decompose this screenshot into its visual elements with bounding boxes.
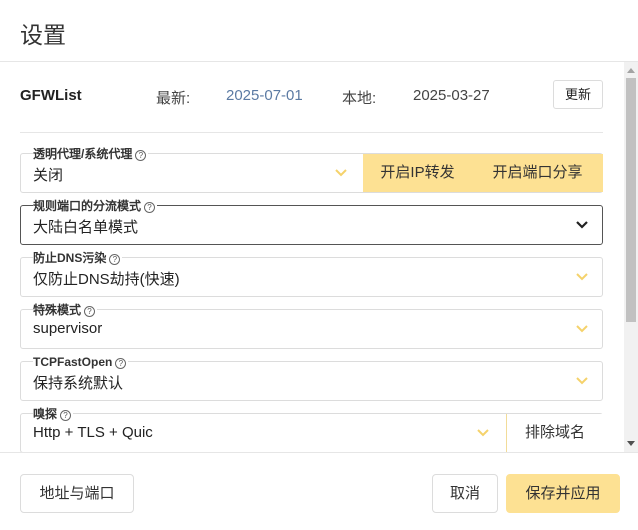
dns-pollution-select[interactable]: 防止DNS污染? 仅防止DNS劫持(快速) — [20, 252, 603, 297]
scroll-up-icon[interactable] — [627, 68, 635, 73]
local-value: 2025-03-27 — [413, 87, 490, 104]
help-circle-icon[interactable]: ? — [135, 150, 147, 161]
help-circle-icon[interactable]: ? — [144, 202, 156, 213]
rule-mode-value: 大陆白名单模式 — [33, 219, 139, 236]
dns-pollution-label: 防止DNS污染? — [33, 251, 123, 265]
proxy-mode-label-text: 透明代理/系统代理 — [33, 147, 133, 161]
latest-value: 2025-07-01 — [226, 87, 303, 104]
settings-content: GFWList 最新: 2025-07-01 本地: 2025-03-27 更新… — [0, 62, 638, 452]
exclude-domains-button[interactable]: 排除域名 — [506, 414, 603, 452]
chevron-down-icon — [576, 273, 588, 281]
divider — [20, 132, 603, 133]
tcp-fast-open-label-text: TCPFastOpen — [33, 355, 113, 369]
proxy-mode-value: 关闭 — [33, 167, 64, 184]
tcp-fast-open-value: 保持系统默认 — [33, 375, 124, 392]
rule-mode-label-text: 规则端口的分流模式 — [33, 199, 142, 213]
sniffing-value: Http + TLS + Quic — [33, 424, 153, 441]
cancel-button[interactable]: 取消 — [432, 474, 498, 513]
chevron-down-icon — [576, 325, 588, 333]
dns-pollution-label-text: 防止DNS污染 — [33, 251, 107, 265]
scrollbar-thumb[interactable] — [626, 78, 636, 322]
help-circle-icon[interactable]: ? — [60, 410, 72, 421]
help-circle-icon[interactable]: ? — [84, 306, 96, 317]
sniffing-select[interactable]: 嗅探? Http + TLS + Quic 排除域名 — [20, 408, 603, 452]
rule-mode-label: 规则端口的分流模式? — [33, 199, 158, 213]
address-port-button[interactable]: 地址与端口 — [20, 474, 134, 513]
dialog-footer: 地址与端口 取消 保存并应用 — [0, 452, 638, 530]
sniffing-label: 嗅探? — [33, 407, 74, 421]
gfwlist-row: GFWList 最新: 2025-07-01 本地: 2025-03-27 更新 — [20, 80, 603, 114]
gfwlist-name: GFWList — [20, 87, 82, 104]
dialog-header: 设置 — [0, 0, 638, 62]
special-mode-select[interactable]: 特殊模式? supervisor — [20, 304, 603, 349]
dns-pollution-value: 仅防止DNS劫持(快速) — [33, 271, 180, 288]
help-circle-icon[interactable]: ? — [109, 254, 121, 265]
help-circle-icon[interactable]: ? — [115, 358, 127, 369]
scroll-down-icon[interactable] — [627, 441, 635, 446]
chevron-down-icon — [477, 429, 489, 437]
dialog-title: 设置 — [20, 22, 66, 48]
special-mode-label-text: 特殊模式 — [33, 303, 82, 317]
update-button[interactable]: 更新 — [553, 80, 603, 109]
local-label: 本地: — [342, 90, 377, 107]
latest-label: 最新: — [156, 90, 191, 107]
chevron-down-icon — [335, 169, 347, 177]
tcp-fast-open-select[interactable]: TCPFastOpen? 保持系统默认 — [20, 356, 603, 401]
save-apply-button[interactable]: 保存并应用 — [506, 474, 620, 513]
sniffing-label-text: 嗅探 — [33, 407, 58, 421]
proxy-mode-label: 透明代理/系统代理? — [33, 147, 149, 161]
rule-mode-select[interactable]: 规则端口的分流模式? 大陆白名单模式 — [20, 200, 603, 245]
special-mode-value: supervisor — [33, 320, 103, 337]
chevron-down-icon — [576, 377, 588, 385]
chevron-down-icon — [576, 221, 588, 229]
content-scrollbar[interactable] — [624, 62, 638, 452]
enable-port-share-button[interactable]: 开启端口分享 — [472, 154, 603, 192]
special-mode-label: 特殊模式? — [33, 303, 98, 317]
proxy-mode-select[interactable]: 透明代理/系统代理? 关闭 开启IP转发 开启端口分享 — [20, 148, 603, 193]
enable-ip-forward-button[interactable]: 开启IP转发 — [363, 154, 472, 192]
tcp-fast-open-label: TCPFastOpen? — [33, 355, 129, 369]
